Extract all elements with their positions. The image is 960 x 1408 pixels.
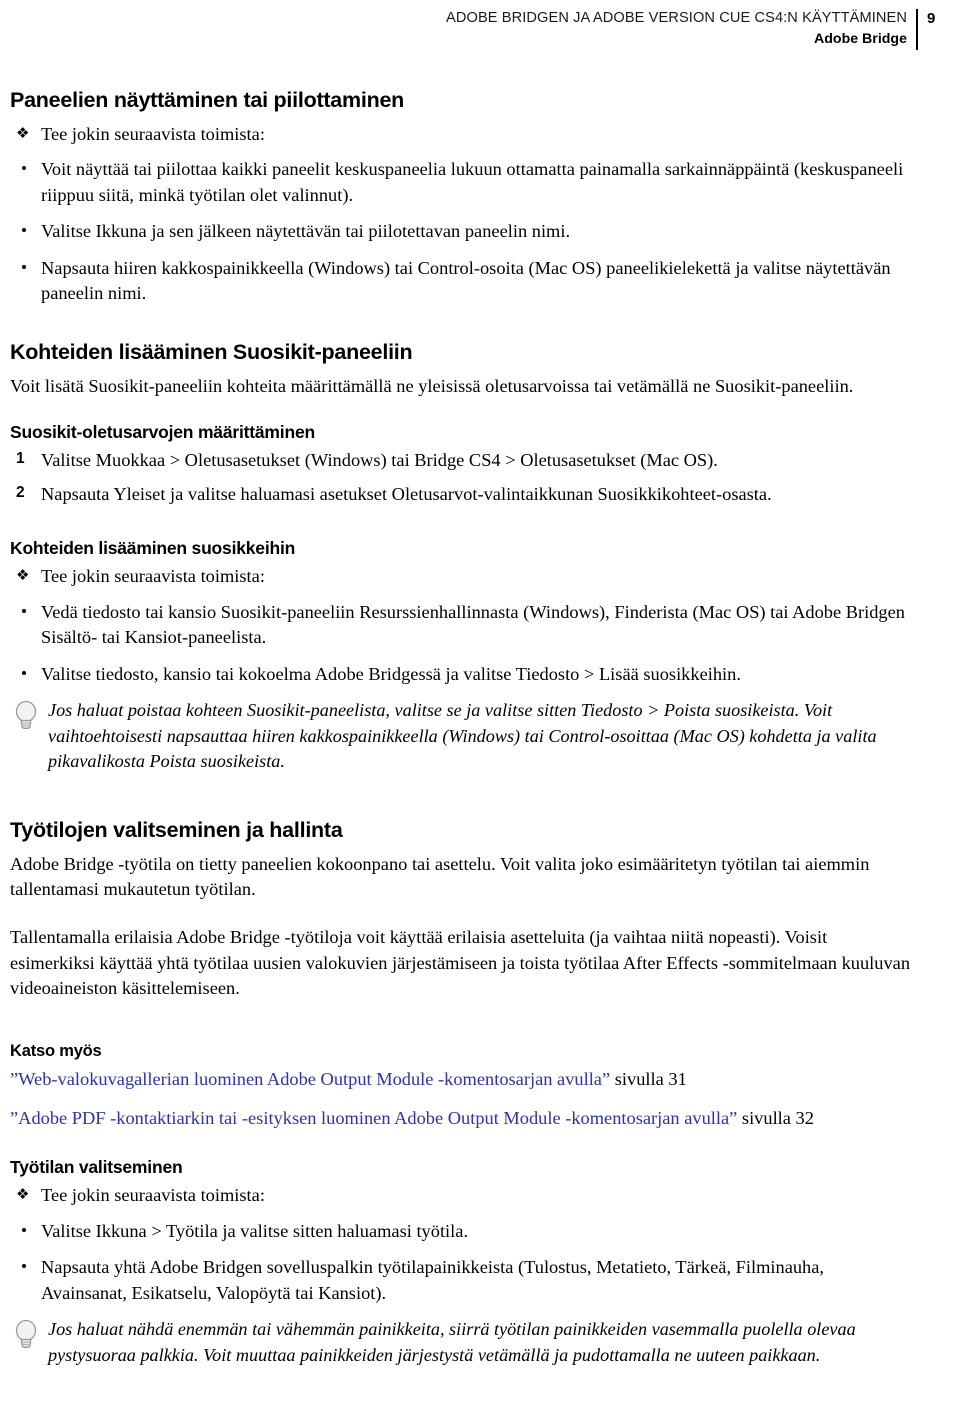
action-intro-item: ❖ Tee jokin seuraavista toimista: bbox=[10, 122, 912, 147]
list-item-text: Valitse Ikkuna ja sen jälkeen näytettävä… bbox=[41, 221, 571, 242]
action-intro-text: Tee jokin seuraavista toimista: bbox=[41, 566, 265, 587]
numbered-list-favorites-prefs: 1 Valitse Muokkaa > Oletusasetukset (Win… bbox=[10, 448, 912, 507]
action-intro-item: ❖ Tee jokin seuraavista toimista: bbox=[10, 1183, 912, 1208]
floret-bullet-icon: ❖ bbox=[16, 123, 30, 142]
tip-text: Jos haluat poistaa kohteen Suosikit-pane… bbox=[48, 700, 877, 771]
see-also-link-1[interactable]: ”Web-valokuvagallerian luominen Adobe Ou… bbox=[10, 1069, 610, 1089]
action-intro-text: Tee jokin seuraavista toimista: bbox=[41, 123, 265, 144]
header-divider-rule bbox=[916, 9, 918, 50]
lightbulb-icon bbox=[13, 1318, 39, 1350]
list-item: Napsauta yhtä Adobe Bridgen sovelluspalk… bbox=[10, 1255, 912, 1306]
lightbulb-icon bbox=[13, 699, 39, 731]
list-item: Vedä tiedosto tai kansio Suosikit-paneel… bbox=[10, 600, 912, 651]
bullet-list-add-favorites: Vedä tiedosto tai kansio Suosikit-paneel… bbox=[10, 600, 912, 688]
round-bullet-icon bbox=[22, 1264, 26, 1269]
round-bullet-icon bbox=[22, 165, 26, 170]
subsection-heading-favorites-prefs: Suosikit-oletusarvojen määrittäminen bbox=[10, 421, 315, 442]
action-intro-item: ❖ Tee jokin seuraavista toimista: bbox=[10, 564, 912, 589]
paragraph-workspaces-1: Adobe Bridge -työtila on tietty paneelie… bbox=[10, 853, 870, 900]
floret-bullet-icon: ❖ bbox=[16, 1185, 30, 1204]
step-number: 1 bbox=[16, 449, 25, 467]
header-text-block: ADOBE BRIDGEN JA ADOBE VERSION CUE CS4:N… bbox=[446, 9, 916, 49]
list-item-text: Valitse tiedosto, kansio tai kokoelma Ad… bbox=[41, 663, 741, 684]
list-item: Valitse Ikkuna ja sen jälkeen näytettävä… bbox=[10, 219, 912, 245]
round-bullet-icon bbox=[22, 1227, 26, 1232]
list-item-text: Voit näyttää tai piilottaa kaikki paneel… bbox=[41, 158, 904, 205]
list-item: Valitse Ikkuna > Työtila ja valitse sitt… bbox=[10, 1219, 912, 1245]
page-header: ADOBE BRIDGEN JA ADOBE VERSION CUE CS4:N… bbox=[8, 0, 942, 50]
paragraph-favorites-panel-intro: Voit lisätä Suosikit-paneeliin kohteita … bbox=[10, 375, 854, 396]
list-item: 1 Valitse Muokkaa > Oletusasetukset (Win… bbox=[10, 448, 912, 473]
list-item: Voit näyttää tai piilottaa kaikki paneel… bbox=[10, 157, 912, 208]
action-intro-text: Tee jokin seuraavista toimista: bbox=[41, 1185, 265, 1206]
see-also-page-1: sivulla 31 bbox=[610, 1068, 687, 1089]
action-list-select-workspace: ❖ Tee jokin seuraavista toimista: bbox=[10, 1183, 912, 1208]
section-heading-favorites-panel: Kohteiden lisääminen Suosikit-paneeliin bbox=[10, 339, 413, 364]
page-number: 9 bbox=[927, 10, 936, 27]
cross-reference-1: ”Web-valokuvagallerian luominen Adobe Ou… bbox=[10, 1067, 912, 1092]
tip-note-select-workspace: Jos haluat nähdä enemmän tai vähemmän pa… bbox=[10, 1317, 912, 1368]
round-bullet-icon bbox=[22, 264, 26, 269]
round-bullet-icon bbox=[22, 670, 26, 675]
round-bullet-icon bbox=[22, 228, 26, 233]
step-number: 2 bbox=[16, 484, 25, 502]
list-item-text: Napsauta hiiren kakkospainikkeella (Wind… bbox=[41, 257, 891, 304]
list-item: Valitse tiedosto, kansio tai kokoelma Ad… bbox=[10, 662, 912, 688]
subsection-heading-add-favorites: Kohteiden lisääminen suosikkeihin bbox=[10, 538, 296, 559]
section-heading-workspaces: Työtilojen valitseminen ja hallinta bbox=[10, 818, 343, 843]
see-also-link-2[interactable]: ”Adobe PDF -kontaktiarkin tai -esityksen… bbox=[10, 1108, 737, 1128]
list-item-text: Napsauta yhtä Adobe Bridgen sovelluspalk… bbox=[41, 1257, 825, 1303]
floret-bullet-icon: ❖ bbox=[16, 566, 30, 585]
cross-reference-2: ”Adobe PDF -kontaktiarkin tai -esityksen… bbox=[10, 1106, 912, 1131]
see-also-heading: Katso myös bbox=[10, 1041, 102, 1060]
bullet-list-panels: Voit näyttää tai piilottaa kaikki paneel… bbox=[10, 157, 912, 307]
list-item-text: Napsauta Yleiset ja valitse haluamasi as… bbox=[41, 484, 772, 505]
list-item-text: Valitse Muokkaa > Oletusasetukset (Windo… bbox=[41, 449, 718, 470]
list-item-text: Valitse Ikkuna > Työtila ja valitse sitt… bbox=[41, 1220, 469, 1241]
round-bullet-icon bbox=[22, 608, 26, 613]
tip-text: Jos haluat nähdä enemmän tai vähemmän pa… bbox=[48, 1319, 856, 1365]
tip-note-add-favorites: Jos haluat poistaa kohteen Suosikit-pane… bbox=[10, 698, 912, 774]
subsection-heading-select-workspace: Työtilan valitseminen bbox=[10, 1157, 183, 1178]
list-item-text: Vedä tiedosto tai kansio Suosikit-paneel… bbox=[41, 601, 905, 648]
header-subtitle: Adobe Bridge bbox=[813, 30, 907, 47]
paragraph-workspaces-2: Tallentamalla erilaisia Adobe Bridge -ty… bbox=[10, 927, 911, 998]
list-item: 2 Napsauta Yleiset ja valitse haluamasi … bbox=[10, 482, 912, 507]
document-content: Paneelien näyttäminen tai piilottaminen … bbox=[8, 88, 942, 1368]
header-title: ADOBE BRIDGEN JA ADOBE VERSION CUE CS4:N… bbox=[446, 10, 907, 26]
see-also-page-2: sivulla 32 bbox=[737, 1108, 814, 1129]
action-list-add-favorites: ❖ Tee jokin seuraavista toimista: bbox=[10, 564, 912, 589]
document-page: ADOBE BRIDGEN JA ADOBE VERSION CUE CS4:N… bbox=[0, 0, 960, 1408]
list-item: Napsauta hiiren kakkospainikkeella (Wind… bbox=[10, 256, 912, 307]
section-heading-panels: Paneelien näyttäminen tai piilottaminen bbox=[10, 88, 405, 112]
bullet-list-select-workspace: Valitse Ikkuna > Työtila ja valitse sitt… bbox=[10, 1219, 912, 1307]
action-list-panels: ❖ Tee jokin seuraavista toimista: bbox=[10, 122, 912, 147]
